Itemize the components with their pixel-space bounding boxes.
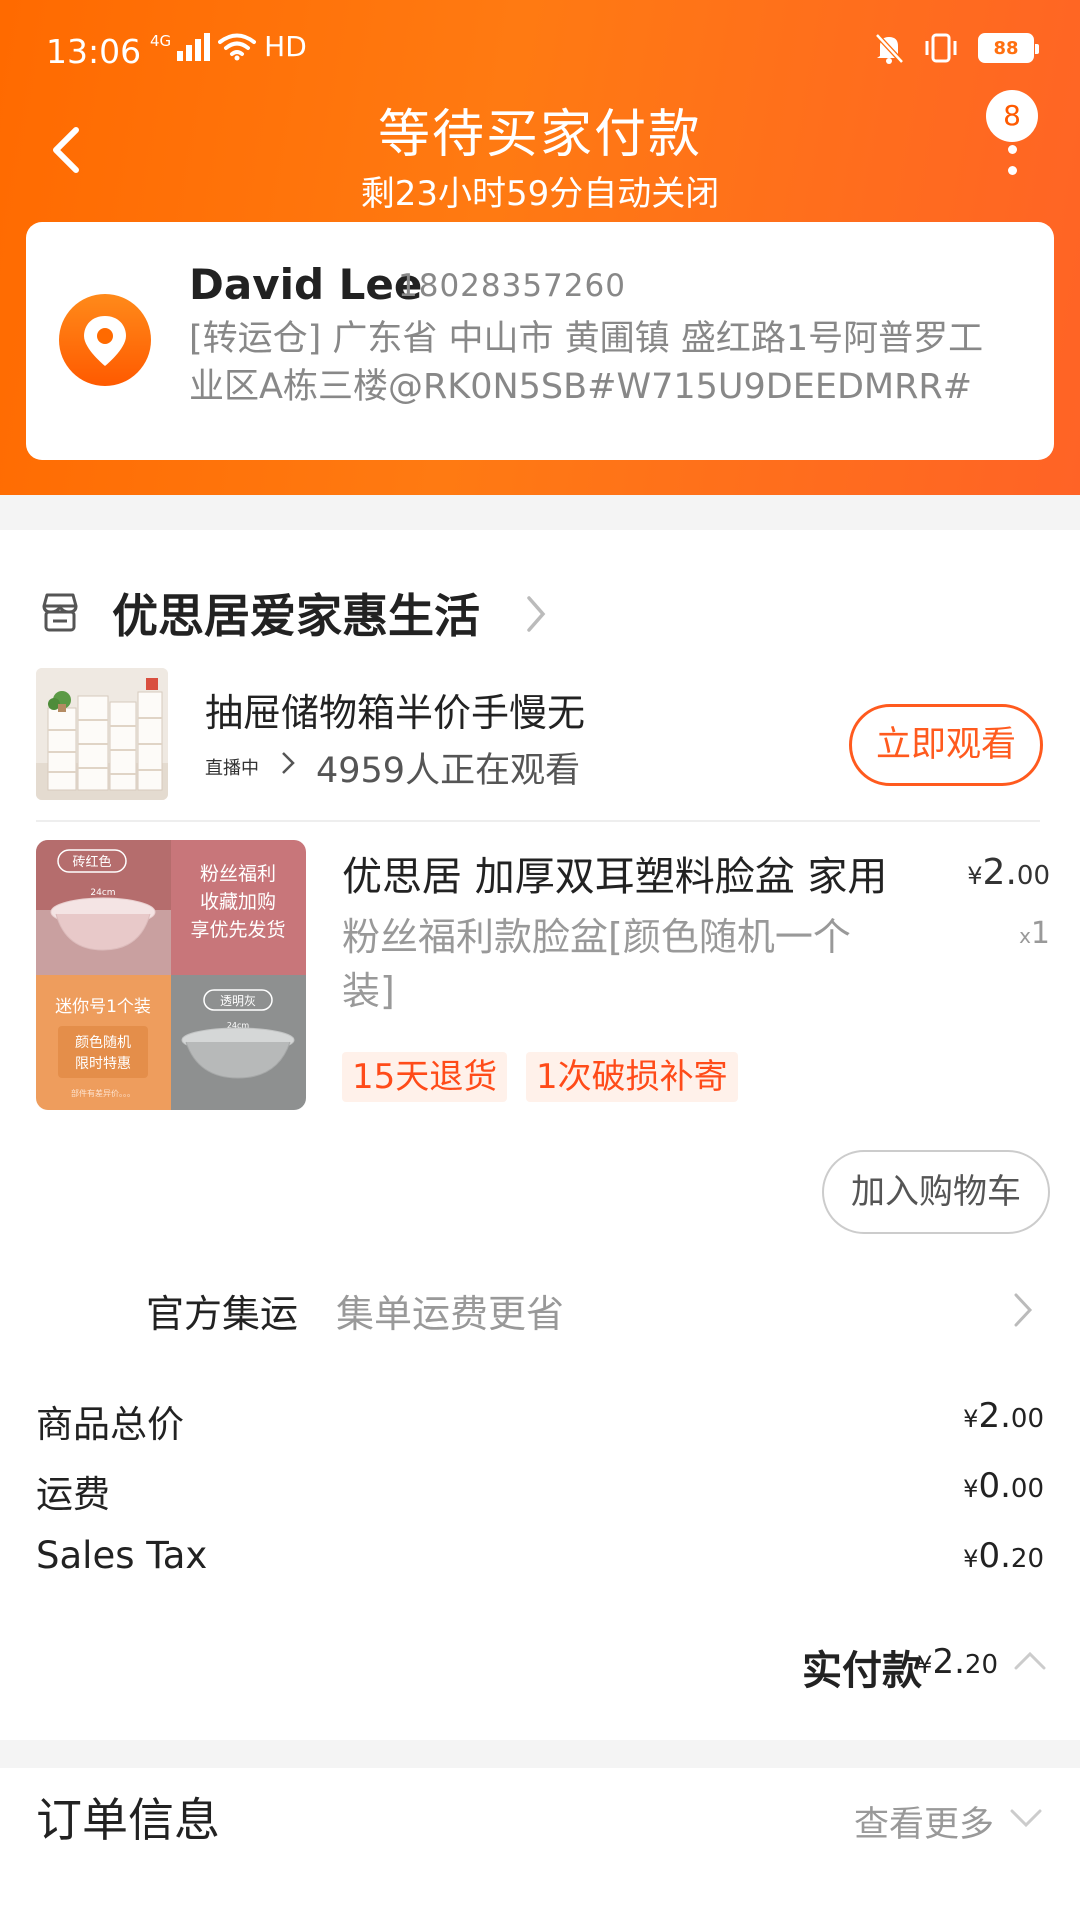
summary-row-subtotal: 商品总价 ¥2.00 — [0, 1392, 1080, 1452]
svg-text:收藏加购: 收藏加购 — [200, 891, 276, 913]
network-indicator: 4G HD — [150, 30, 307, 63]
chevron-right-icon — [527, 596, 546, 632]
subtotal-label: 商品总价 — [36, 1403, 184, 1446]
signal-icon — [177, 32, 211, 61]
vibrate-icon — [925, 33, 957, 63]
network-type: 4G — [150, 32, 172, 50]
product-price: ¥2.00 — [967, 852, 1050, 893]
svg-text:享优先发货: 享优先发货 — [190, 919, 285, 941]
recipient-name: David Lee — [189, 260, 423, 309]
image-small-bl: 部件有差异价。。。 — [71, 1088, 135, 1098]
summary-row-shipping: 运费 ¥0.00 — [0, 1462, 1080, 1522]
amount-paid-row[interactable]: 实付款 ¥2.20 — [0, 1638, 1080, 1698]
store-icon — [42, 593, 78, 632]
amount-paid-label: 实付款 — [802, 1648, 922, 1694]
product-row[interactable]: 砖红色 24cm 粉丝福利 收藏加购 享优先发货 迷你号1个装 颜色随机 限时特… — [0, 840, 1080, 1140]
live-status-tag: 直播中 — [205, 758, 259, 779]
product-spec-line-2: 装] — [342, 969, 395, 1013]
svg-text:粉丝福利: 粉丝福利 — [200, 863, 276, 885]
location-pin-icon — [59, 294, 151, 386]
chevron-up-icon — [1014, 1651, 1046, 1670]
subtotal-value: ¥2.00 — [963, 1396, 1044, 1436]
store-row[interactable]: 优思居爱家惠生活 — [0, 570, 1080, 650]
divider — [36, 820, 1040, 822]
image-label-br: 透明灰 — [220, 994, 256, 1008]
mute-bell-icon — [875, 33, 904, 64]
live-stream-row[interactable]: 抽屉储物箱半价手慢无 直播中 4959人正在观看 立即观看 — [0, 668, 1080, 818]
address-card[interactable]: David Lee 18028357260 [转运仓] 广东省 中山市 黄圃镇 … — [26, 222, 1054, 460]
summary-row-tax: Sales Tax ¥0.20 — [0, 1532, 1080, 1592]
hd-indicator: HD — [264, 30, 307, 63]
more-dots-icon — [1008, 145, 1017, 187]
shipping-label: 官方集运 — [146, 1292, 299, 1336]
sales-tax-value: ¥0.20 — [963, 1536, 1044, 1576]
shipping-fee-label: 运费 — [36, 1473, 110, 1516]
damage-policy-tag: 1次破损补寄 — [526, 1052, 738, 1102]
live-title: 抽屉储物箱半价手慢无 — [205, 691, 586, 735]
order-card: 优思居爱家惠生活 抽屉储物箱半价手慢无 直播中 4959人正在观看 立即观看 砖… — [0, 530, 1080, 1740]
order-info-title: 订单信息 — [36, 1793, 220, 1847]
chevron-down-icon[interactable] — [1006, 1806, 1046, 1832]
image-label-tl: 砖红色 — [72, 854, 111, 870]
page-subtitle: 剩23小时59分自动关闭 — [360, 174, 720, 214]
order-info-card: 订单信息 查看更多 — [0, 1768, 1080, 1921]
more-button[interactable]: 8 — [986, 90, 1038, 180]
sales-tax-label: Sales Tax — [36, 1534, 208, 1577]
live-viewer-count: 4959人正在观看 — [316, 751, 581, 791]
page-title: 等待买家付款 — [377, 105, 702, 165]
add-to-cart-button[interactable]: 加入购物车 — [822, 1150, 1050, 1234]
live-thumbnail[interactable] — [36, 668, 168, 800]
view-more-link[interactable]: 查看更多 — [854, 1796, 994, 1847]
image-size-tl: 24cm — [90, 888, 115, 898]
battery-icon: 88 — [978, 33, 1039, 63]
product-image[interactable]: 砖红色 24cm 粉丝福利 收藏加购 享优先发货 迷你号1个装 颜色随机 限时特… — [36, 840, 306, 1110]
status-time: 13:06 — [46, 32, 142, 71]
status-bar: 13:06 4G HD 88 — [0, 0, 1080, 100]
shipping-row[interactable]: 官方集运 集单运费更省 — [0, 1275, 1080, 1345]
image-label-bl: 迷你号1个装 — [55, 997, 151, 1017]
wifi-icon — [218, 33, 257, 60]
shipping-fee-value: ¥0.00 — [963, 1466, 1044, 1506]
return-policy-tag: 15天退货 — [342, 1052, 508, 1102]
recipient-phone: 18028357260 — [398, 268, 626, 304]
svg-text:颜色随机: 颜色随机 — [75, 1034, 131, 1051]
amount-paid-value: ¥2.20 — [917, 1642, 998, 1682]
address-line-2: 业区A栋三楼@RK0N5SB#W715U9DEEDMRR# — [189, 367, 973, 407]
watch-now-button[interactable]: 立即观看 — [849, 704, 1043, 786]
shipping-value: 集单运费更省 — [336, 1292, 565, 1336]
product-title: 优思居 加厚双耳塑料脸盆 家用 — [342, 854, 888, 900]
store-name: 优思居爱家惠生活 — [112, 589, 480, 643]
chevron-right-icon — [1014, 1293, 1033, 1327]
message-badge: 8 — [986, 90, 1038, 142]
chevron-right-icon — [282, 752, 295, 774]
product-quantity: x1 — [1019, 916, 1050, 951]
status-right: 88 — [874, 32, 1039, 64]
product-spec-line-1: 粉丝福利款脸盆[颜色随机一个 — [342, 915, 851, 959]
address-line-1: [转运仓] 广东省 中山市 黄圃镇 盛红路1号阿普罗工 — [189, 319, 984, 359]
svg-text:限时特惠: 限时特惠 — [75, 1056, 131, 1072]
